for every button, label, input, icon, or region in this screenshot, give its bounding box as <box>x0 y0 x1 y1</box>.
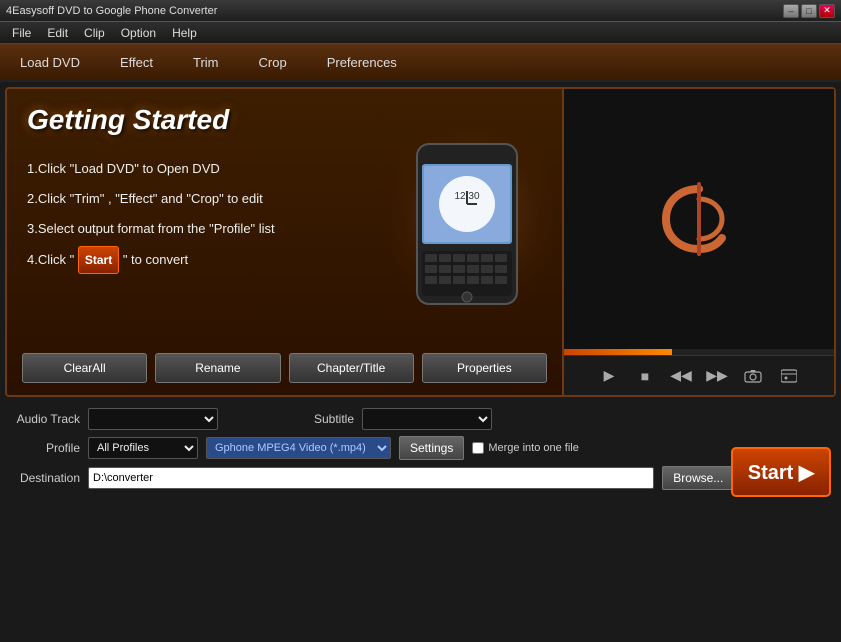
chapter-title-button[interactable]: Chapter/Title <box>289 353 414 383</box>
profile-all-select[interactable]: All Profiles <box>88 437 198 459</box>
browse-button[interactable]: Browse... <box>662 466 734 490</box>
menu-option[interactable]: Option <box>113 24 164 42</box>
maximize-button[interactable]: □ <box>801 4 817 18</box>
merge-checkbox[interactable] <box>472 442 484 454</box>
menu-file[interactable]: File <box>4 24 39 42</box>
bottom-area: Audio Track Subtitle Profile All Profile… <box>0 402 841 507</box>
minimize-button[interactable]: – <box>783 4 799 18</box>
title-bar-buttons: – □ ✕ <box>783 4 835 18</box>
profile-label: Profile <box>10 441 80 455</box>
toolbar: Load DVD Effect Trim Crop Preferences <box>0 44 841 82</box>
video-preview <box>564 89 834 349</box>
menu-clip[interactable]: Clip <box>76 24 113 42</box>
subtitle-label: Subtitle <box>284 412 354 426</box>
video-progress-fill <box>564 349 672 355</box>
step-4-prefix: 4.Click " <box>27 252 78 267</box>
left-panel-buttons: ClearAll Rename Chapter/Title Properties <box>22 353 547 383</box>
merge-text: Merge into one file <box>488 442 579 454</box>
screenshot-button[interactable] <box>741 364 765 388</box>
preview-logo <box>654 174 744 264</box>
step-4-suffix: " to convert <box>119 252 188 267</box>
fastforward-button[interactable]: ▶▶ <box>705 364 729 388</box>
destination-row: Destination Browse... Open Folder <box>10 466 831 490</box>
merge-label: Merge into one file <box>472 442 579 454</box>
tab-effect[interactable]: Effect <box>110 51 163 74</box>
profile-row: Profile All Profiles Gphone MPEG4 Video … <box>10 436 831 460</box>
destination-label: Destination <box>10 471 80 485</box>
close-button[interactable]: ✕ <box>819 4 835 18</box>
video-settings-button[interactable] <box>777 364 801 388</box>
video-progress-bar[interactable] <box>564 349 834 355</box>
tab-crop[interactable]: Crop <box>249 51 297 74</box>
start-button[interactable]: Start ▶ <box>731 447 831 497</box>
bottom-controls: Audio Track Subtitle Profile All Profile… <box>0 402 841 502</box>
properties-button[interactable]: Properties <box>422 353 547 383</box>
menu-help[interactable]: Help <box>164 24 205 42</box>
title-bar-text: 4Easysoff DVD to Google Phone Converter <box>6 5 217 17</box>
phone-image: 12:30 <box>402 139 542 309</box>
audio-track-label: Audio Track <box>10 412 80 426</box>
right-panel: ▶ ■ ◀◀ ▶▶ <box>564 89 834 395</box>
destination-input[interactable] <box>88 467 654 489</box>
start-highlight: Start <box>78 246 119 274</box>
tab-preferences[interactable]: Preferences <box>317 51 407 74</box>
main-content: Getting Started 1.Click "Load DVD" to Op… <box>5 87 836 397</box>
audio-track-select[interactable] <box>88 408 218 430</box>
title-bar: 4Easysoff DVD to Google Phone Converter … <box>0 0 841 22</box>
rewind-button[interactable]: ◀◀ <box>669 364 693 388</box>
tab-load-dvd[interactable]: Load DVD <box>10 51 90 74</box>
audio-track-row: Audio Track Subtitle <box>10 408 831 430</box>
subtitle-select[interactable] <box>362 408 492 430</box>
left-panel: Getting Started 1.Click "Load DVD" to Op… <box>7 89 564 395</box>
settings-button[interactable]: Settings <box>399 436 464 460</box>
profile-format-select[interactable]: Gphone MPEG4 Video (*.mp4) <box>206 437 391 459</box>
clear-all-button[interactable]: ClearAll <box>22 353 147 383</box>
play-button[interactable]: ▶ <box>597 364 621 388</box>
tab-trim[interactable]: Trim <box>183 51 229 74</box>
phone-svg: 12:30 <box>402 139 532 309</box>
rename-button[interactable]: Rename <box>155 353 280 383</box>
menu-bar: File Edit Clip Option Help <box>0 22 841 44</box>
stop-button[interactable]: ■ <box>633 364 657 388</box>
menu-edit[interactable]: Edit <box>39 24 76 42</box>
video-controls: ▶ ■ ◀◀ ▶▶ <box>564 355 834 395</box>
